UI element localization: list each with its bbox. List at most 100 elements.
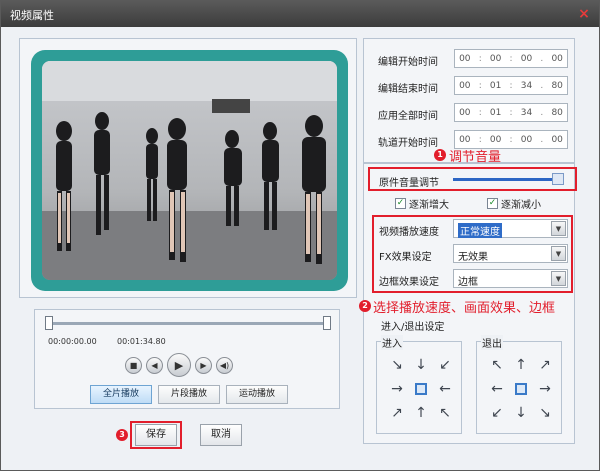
ss: 00 (520, 134, 533, 145)
stop-icon: ■ (129, 360, 138, 370)
arrow-up-icon[interactable]: ↑ (510, 354, 532, 376)
mm: 00 (489, 134, 502, 145)
track-start-label: 轨道开始时间 (378, 138, 438, 149)
volume-slider[interactable] (453, 178, 563, 181)
timeline-end-handle[interactable] (323, 316, 331, 330)
arrow-up-right-icon[interactable]: ↗ (534, 354, 556, 376)
chevron-down-icon[interactable]: ▼ (551, 221, 566, 236)
play-mode-tabs: 全片播放 片段播放 运动播放 (90, 385, 289, 404)
arrow-down-right-icon[interactable]: ↘ (534, 402, 556, 424)
start-time-readout: 00:00:00.00 (48, 337, 97, 346)
edit-end-time-field[interactable]: 00: 01: 34. 80 (454, 76, 568, 95)
arrow-right-icon[interactable]: → (386, 378, 408, 400)
fade-out-label: 逐渐减小 (501, 200, 541, 211)
fx-select[interactable]: 无效果 ▼ (453, 244, 568, 263)
fx-value: 无效果 (458, 252, 488, 263)
full-play-button[interactable]: 全片播放 (90, 385, 153, 404)
volume-slider-handle[interactable] (551, 173, 564, 185)
video-preview (42, 61, 337, 280)
motion-play-button[interactable]: 运动播放 (226, 385, 289, 404)
next-frame-icon: ▶ (200, 360, 207, 370)
arrow-down-left-icon[interactable]: ↙ (486, 402, 508, 424)
ss: 00 (520, 53, 533, 64)
arrow-right-icon[interactable]: → (534, 378, 556, 400)
fade-out-checkbox[interactable]: ✓ 逐渐减小 (487, 196, 541, 211)
timing-panel: 编辑开始时间 00: 00: 00. 00 编辑结束时间 00: 01: 34.… (363, 38, 575, 163)
prev-frame-button[interactable]: ◀ (146, 356, 163, 374)
arrow-up-icon[interactable]: ↑ (410, 402, 432, 424)
arrow-down-right-icon[interactable]: ↘ (386, 354, 408, 376)
video-frame (31, 50, 348, 291)
mm: 00 (489, 53, 502, 64)
border-label: 边框效果设定 (379, 277, 439, 288)
title-bar[interactable]: 视频属性 × (1, 1, 599, 27)
ss: 34 (520, 80, 533, 91)
volume-button[interactable]: ◀) (216, 356, 233, 374)
mm: 01 (489, 107, 502, 118)
callout-2-badge: 2 (359, 300, 371, 312)
fx-label: FX效果设定 (379, 252, 432, 263)
apply-all-time-field[interactable]: 00: 01: 34. 80 (454, 103, 568, 122)
player-controls-panel: 00:00:00.00 00:01:34.80 ■ ◀ ▶ ▶ ◀) 全片播放 … (34, 309, 340, 409)
window-title: 视频属性 (10, 9, 54, 22)
edit-start-row: 编辑开始时间 00: 00: 00. 00 (364, 49, 576, 69)
arrow-left-icon[interactable]: ← (434, 378, 456, 400)
checkbox-checked-icon: ✓ (395, 198, 406, 209)
ff: 00 (551, 134, 563, 145)
prev-frame-icon: ◀ (151, 360, 158, 370)
arrow-up-left-icon[interactable]: ↖ (434, 402, 456, 424)
timeline-slider[interactable] (45, 316, 331, 330)
next-frame-button[interactable]: ▶ (195, 356, 212, 374)
ff: 80 (551, 107, 563, 118)
hh: 00 (459, 80, 471, 91)
speed-select[interactable]: 正常速度 ▼ (453, 219, 568, 238)
border-value: 边框 (458, 277, 478, 288)
save-button[interactable]: 保存 (135, 424, 177, 446)
arrow-left-icon[interactable]: ← (486, 378, 508, 400)
checkbox-checked-icon: ✓ (487, 198, 498, 209)
play-button[interactable]: ▶ (167, 353, 191, 377)
transition-title: 进入/退出设定 (381, 322, 445, 333)
ss: 34 (520, 107, 533, 118)
timeline-start-handle[interactable] (45, 316, 53, 330)
arrow-up-right-icon[interactable]: ↗ (386, 402, 408, 424)
edit-start-time-field[interactable]: 00: 00: 00. 00 (454, 49, 568, 68)
enter-label: 进入 (381, 335, 403, 350)
mm: 01 (489, 80, 502, 91)
chevron-down-icon[interactable]: ▼ (551, 246, 566, 261)
callout-3-badge: 3 (116, 429, 128, 441)
chevron-down-icon[interactable]: ▼ (551, 271, 566, 286)
callout-1-badge: 1 (434, 149, 446, 161)
fade-in-checkbox[interactable]: ✓ 逐渐增大 (395, 196, 449, 211)
hh: 00 (459, 107, 471, 118)
video-preview-panel (19, 38, 357, 298)
arrow-up-left-icon[interactable]: ↖ (486, 354, 508, 376)
speed-value: 正常速度 (458, 223, 502, 238)
center-square-icon[interactable] (510, 378, 532, 400)
playback-bar: ■ ◀ ▶ ▶ ◀) (125, 352, 233, 378)
fade-in-label: 逐渐增大 (409, 200, 449, 211)
speaker-icon: ◀) (219, 360, 230, 370)
callout-2-text: 选择播放速度、画面效果、边框 (373, 301, 556, 316)
close-icon[interactable]: × (577, 7, 591, 21)
cancel-button[interactable]: 取消 (200, 424, 242, 446)
center-square-icon[interactable] (410, 378, 432, 400)
edit-end-label: 编辑结束时间 (378, 84, 438, 95)
apply-all-label: 应用全部时间 (378, 111, 438, 122)
fx-row: FX效果设定 无效果 ▼ (379, 244, 569, 264)
segment-play-button[interactable]: 片段播放 (158, 385, 221, 404)
video-properties-window: 视频属性 × 00:00:00.00 00:01:34.80 ■ ◀ ▶ ▶ ◀… (0, 0, 600, 471)
exit-label: 退出 (481, 335, 503, 350)
end-time-readout: 00:01:34.80 (117, 337, 166, 346)
arrow-down-left-icon[interactable]: ↙ (434, 354, 456, 376)
edit-start-label: 编辑开始时间 (378, 57, 438, 68)
arrow-down-icon[interactable]: ↓ (510, 402, 532, 424)
stop-button[interactable]: ■ (125, 356, 142, 374)
border-select[interactable]: 边框 ▼ (453, 269, 568, 288)
arrow-down-icon[interactable]: ↓ (410, 354, 432, 376)
enter-group: 进入 ↘ ↓ ↙ → ← ↗ ↑ ↖ (376, 335, 462, 434)
speed-row: 视频播放速度 正常速度 ▼ (379, 219, 569, 239)
ff: 00 (551, 53, 563, 64)
play-icon: ▶ (174, 358, 184, 372)
edit-end-row: 编辑结束时间 00: 01: 34. 80 (364, 76, 576, 96)
